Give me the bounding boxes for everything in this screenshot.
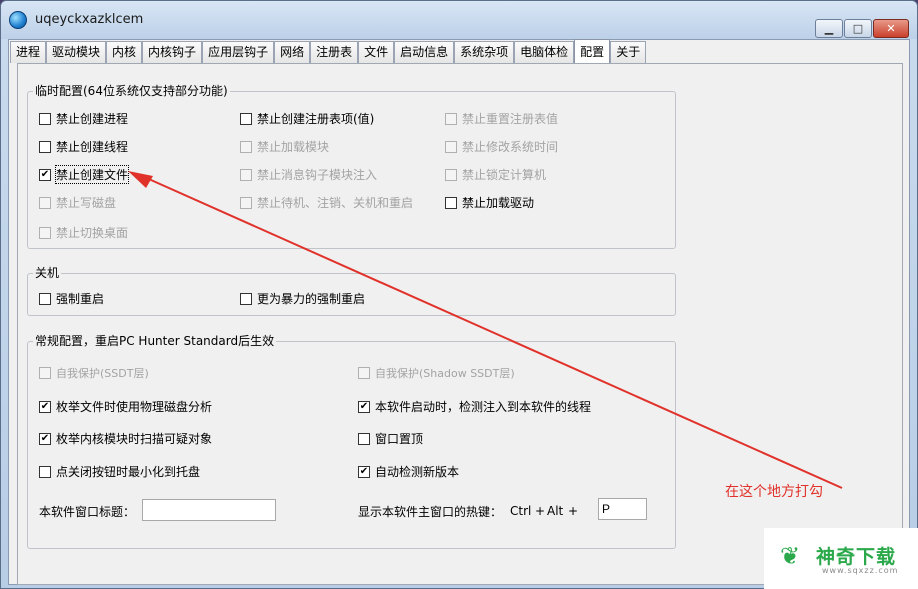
checkmark-icon[interactable]: ✔ xyxy=(39,400,51,413)
shutdown-group: 关机 强制重启 更为暴力的强制重启 xyxy=(27,266,676,316)
watermark-logo: ❦ 神奇下载 www.sqxzz.com xyxy=(764,528,918,589)
minimize-icon: ▁ xyxy=(824,22,834,35)
checkbox-scan-suspicious-objects[interactable]: ✔ 枚举内核模块时扫描可疑对象 xyxy=(39,430,212,447)
hotkey-plus-1: + xyxy=(535,504,546,518)
watermark-url: www.sqxzz.com xyxy=(822,566,899,575)
tab-app-hooks[interactable]: 应用层钩子 xyxy=(202,41,275,63)
tab-processes[interactable]: 进程 xyxy=(10,41,47,63)
checkbox-box[interactable] xyxy=(39,112,51,125)
checkbox-box[interactable] xyxy=(240,140,252,153)
checkbox-box[interactable] xyxy=(39,140,51,153)
maximize-button[interactable]: □ xyxy=(844,19,872,38)
hotkey-plus-2: + xyxy=(568,504,579,518)
tab-pc-checkup[interactable]: 电脑体检 xyxy=(514,41,575,63)
tab-kernel-hooks[interactable]: 内核钩子 xyxy=(142,41,203,63)
checkbox-self-protect-shadow-ssdt[interactable]: 自我保护(Shadow SSDT层) xyxy=(358,365,515,381)
checkbox-box[interactable] xyxy=(240,112,252,125)
maximize-icon: □ xyxy=(852,22,864,35)
checkbox-self-protect-ssdt[interactable]: 自我保护(SSDT层) xyxy=(39,365,149,381)
title-bar[interactable]: uqeyckxazklcem ▁ □ ✕ xyxy=(1,1,917,39)
config-panel: 临时配置(64位系统仅支持部分功能) 禁止创建进程 禁止创建注册表项(值) 禁止… xyxy=(17,63,903,585)
tab-config[interactable]: 配置 xyxy=(574,39,611,63)
checkbox-box[interactable] xyxy=(39,196,51,209)
checkbox-auto-update-check[interactable]: ✔ 自动检测新版本 xyxy=(358,463,459,480)
app-icon xyxy=(9,11,27,29)
checkmark-icon[interactable]: ✔ xyxy=(358,465,370,478)
tab-about[interactable]: 关于 xyxy=(610,41,647,63)
checkbox-minimize-to-tray[interactable]: 点关闭按钮时最小化到托盘 xyxy=(39,463,200,480)
tab-startup[interactable]: 启动信息 xyxy=(394,41,455,63)
temp-config-group: 临时配置(64位系统仅支持部分功能) 禁止创建进程 禁止创建注册表项(值) 禁止… xyxy=(27,84,676,249)
tab-registry[interactable]: 注册表 xyxy=(310,41,359,63)
checkbox-violent-force-restart[interactable]: 更为暴力的强制重启 xyxy=(240,290,365,307)
checkbox-box[interactable] xyxy=(445,168,457,181)
checkbox-block-switch-desktop[interactable]: 禁止切换桌面 xyxy=(39,224,128,241)
brand-leaf-icon: ❦ xyxy=(780,542,801,570)
hotkey-alt: Alt xyxy=(547,504,564,518)
checkbox-box[interactable] xyxy=(39,292,51,305)
checkbox-block-create-file[interactable]: ✔ 禁止创建文件 xyxy=(39,165,130,184)
minimize-button[interactable]: ▁ xyxy=(815,19,843,38)
shutdown-title: 关机 xyxy=(33,266,62,280)
checkbox-box[interactable] xyxy=(445,140,457,153)
tab-system-misc[interactable]: 系统杂项 xyxy=(454,41,515,63)
checkbox-physical-disk-analysis[interactable]: ✔ 枚举文件时使用物理磁盘分析 xyxy=(39,398,212,415)
tab-files[interactable]: 文件 xyxy=(358,41,395,63)
annotation-text: 在这个地方打勾 xyxy=(725,484,823,500)
checkbox-block-load-driver[interactable]: 禁止加载驱动 xyxy=(445,194,534,211)
tab-driver-modules[interactable]: 驱动模块 xyxy=(46,41,107,63)
checkbox-box[interactable] xyxy=(240,292,252,305)
checkbox-box[interactable] xyxy=(240,196,252,209)
close-icon: ✕ xyxy=(886,22,896,35)
watermark-brand: 神奇下载 xyxy=(816,546,897,568)
checkbox-box[interactable] xyxy=(445,112,457,125)
checkbox-block-power-actions[interactable]: 禁止待机、注销、关机和重启 xyxy=(240,194,413,211)
checkbox-block-load-module[interactable]: 禁止加载模块 xyxy=(240,138,329,155)
checkbox-box[interactable] xyxy=(358,432,370,445)
checkbox-block-write-disk[interactable]: 禁止写磁盘 xyxy=(39,194,116,211)
hotkey-ctrl: Ctrl xyxy=(510,504,532,518)
checkbox-box[interactable] xyxy=(39,226,51,239)
checkbox-block-create-thread[interactable]: 禁止创建线程 xyxy=(39,138,128,155)
checkbox-block-lock-computer[interactable]: 禁止锁定计算机 xyxy=(445,166,546,183)
checkbox-box[interactable] xyxy=(39,367,51,379)
checkbox-force-restart[interactable]: 强制重启 xyxy=(39,290,104,307)
checkbox-block-create-process[interactable]: 禁止创建进程 xyxy=(39,110,128,127)
close-button[interactable]: ✕ xyxy=(873,19,909,38)
checkbox-block-reset-registry[interactable]: 禁止重置注册表值 xyxy=(445,110,558,127)
general-config-title: 常规配置，重启PC Hunter Standard后生效 xyxy=(33,334,277,348)
checkbox-block-create-registry[interactable]: 禁止创建注册表项(值) xyxy=(240,110,374,127)
window-title: uqeyckxazklcem xyxy=(35,12,144,27)
checkmark-icon[interactable]: ✔ xyxy=(358,400,370,413)
hotkey-label: 显示本软件主窗口的热键： xyxy=(358,505,503,519)
tab-strip: 进程 驱动模块 内核 内核钩子 应用层钩子 网络 注册表 文件 启动信息 系统杂… xyxy=(10,39,647,63)
tab-kernel[interactable]: 内核 xyxy=(106,41,143,63)
checkbox-window-topmost[interactable]: 窗口置顶 xyxy=(358,430,423,447)
checkbox-block-hook-injection[interactable]: 禁止消息钩子模块注入 xyxy=(240,166,377,183)
checkbox-block-change-time[interactable]: 禁止修改系统时间 xyxy=(445,138,558,155)
checkbox-box[interactable] xyxy=(39,465,51,478)
checkbox-box[interactable] xyxy=(445,196,457,209)
checkmark-icon[interactable]: ✔ xyxy=(39,168,51,181)
checkmark-icon[interactable]: ✔ xyxy=(39,432,51,445)
window-title-label: 本软件窗口标题： xyxy=(39,505,136,519)
checkbox-box[interactable] xyxy=(358,367,370,379)
tab-network[interactable]: 网络 xyxy=(274,41,311,63)
temp-config-title: 临时配置(64位系统仅支持部分功能) xyxy=(33,84,230,98)
hotkey-key-input[interactable] xyxy=(598,498,647,520)
checkbox-box[interactable] xyxy=(240,168,252,181)
general-config-group: 常规配置，重启PC Hunter Standard后生效 自我保护(SSDT层)… xyxy=(27,334,676,549)
checkbox-detect-injected-threads[interactable]: ✔ 本软件启动时，检测注入到本软件的线程 xyxy=(358,398,591,415)
window-title-input[interactable] xyxy=(142,499,276,521)
